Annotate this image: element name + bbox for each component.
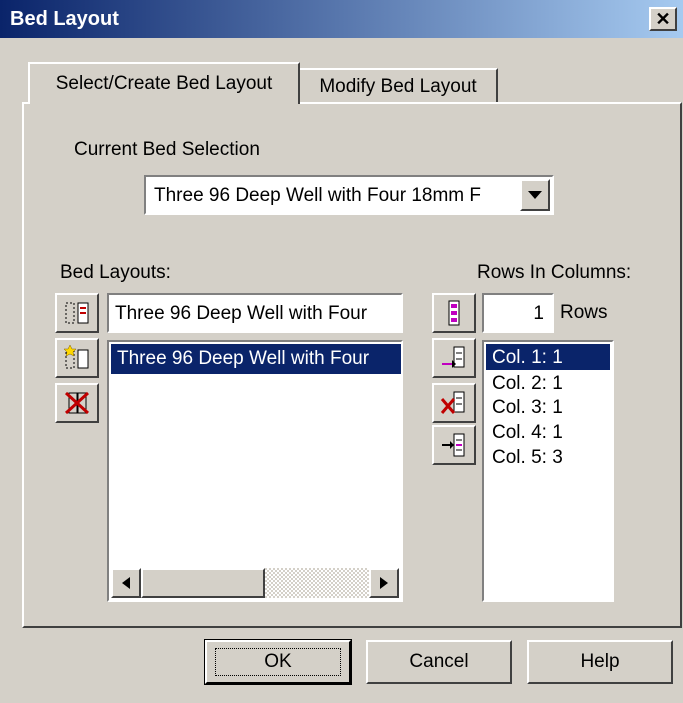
arrow-left-icon [122,577,130,589]
bed-selection-value: Three 96 Deep Well with Four 18mm F [154,185,481,206]
list-item-label: Col. 5: 3 [492,447,563,468]
delete-column-button[interactable] [432,383,476,423]
cancel-label: Cancel [409,651,469,672]
list-item[interactable]: Col. 2: 1 [486,370,610,396]
bed-layouts-list[interactable]: Three 96 Deep Well with Four [107,340,403,602]
close-button[interactable]: ✕ [649,7,677,31]
tab-select-create-bed-layout[interactable]: Select/Create Bed Layout [28,62,300,104]
rows-in-columns-label: Rows In Columns: [477,262,632,283]
delete-column-icon [440,391,465,414]
layout-name-value: Three 96 Deep Well with Four [115,303,368,324]
tab-modify-bed-layout[interactable]: Modify Bed Layout [300,68,498,104]
chevron-down-icon [528,191,542,199]
list-item[interactable]: Col. 3: 1 [486,394,610,420]
list-item[interactable]: Col. 4: 1 [486,419,610,445]
scroll-track[interactable] [265,568,369,598]
arrow-right-icon [380,577,388,589]
list-item-label: Col. 2: 1 [492,373,563,394]
list-item-label: Col. 3: 1 [492,397,563,418]
scroll-thumb[interactable] [141,568,265,598]
layout-name-input[interactable]: Three 96 Deep Well with Four [107,293,403,333]
delete-layout-icon [64,391,90,415]
rows-value: 1 [533,303,544,324]
rows-input[interactable]: 1 [482,293,554,333]
list-item-label: Col. 4: 1 [492,422,563,443]
focus-rect [215,648,341,676]
list-item[interactable]: Col. 5: 3 [486,444,610,470]
title-bar: Bed Layout ✕ [0,0,683,38]
tab-label: Modify Bed Layout [319,76,477,97]
new-layout-icon [63,345,89,369]
scroll-right-button[interactable] [369,568,399,598]
delete-layout-button[interactable] [55,383,99,423]
rows-unit-label: Rows [560,302,608,323]
rename-layout-icon [65,302,89,324]
rename-layout-button[interactable] [55,293,99,333]
set-rows-button[interactable] [432,293,476,333]
scroll-left-button[interactable] [111,568,141,598]
list-item[interactable]: Three 96 Deep Well with Four [111,344,401,374]
columns-list[interactable]: Col. 1: 1 Col. 2: 1 Col. 3: 1 Col. 4: 1 … [482,340,614,602]
help-button[interactable]: Help [527,640,673,684]
list-item[interactable]: Col. 1: 1 [486,344,610,370]
bed-layouts-label: Bed Layouts: [60,262,171,283]
window-title: Bed Layout [10,8,119,30]
help-label: Help [580,651,620,672]
add-column-button[interactable] [432,338,476,378]
set-rows-icon [448,300,460,326]
tab-label: Select/Create Bed Layout [55,73,273,94]
bed-selection-dropdown[interactable]: Three 96 Deep Well with Four 18mm F [144,175,554,215]
close-icon: ✕ [655,9,671,29]
new-layout-button[interactable] [55,338,99,378]
list-item-label: Three 96 Deep Well with Four [117,348,370,369]
current-bed-selection-legend: Current Bed Selection [70,139,264,161]
list-item-label: Col. 1: 1 [492,347,563,368]
horizontal-scrollbar[interactable] [111,568,399,598]
ok-button[interactable]: OK [205,640,351,684]
dropdown-button[interactable] [520,179,550,211]
add-column-icon [442,346,465,368]
insert-column-button[interactable] [432,425,476,465]
insert-column-icon [442,433,465,457]
cancel-button[interactable]: Cancel [366,640,512,684]
